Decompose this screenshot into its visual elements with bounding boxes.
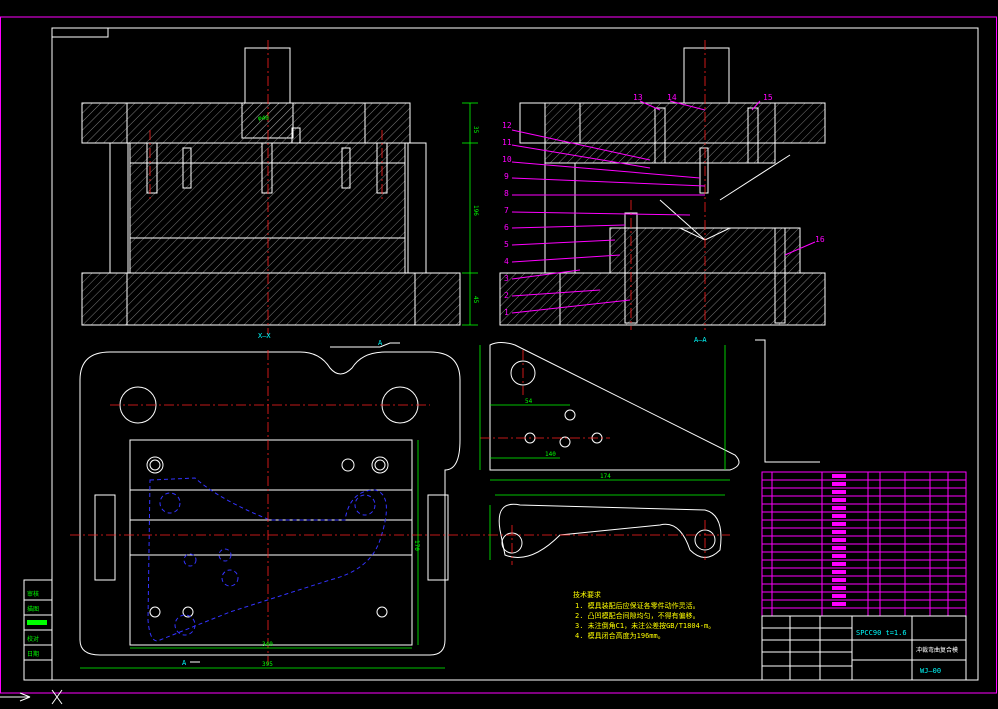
bom-cell-mark <box>832 514 846 518</box>
side-view: 13 14 15 12 11 10 9 8 7 6 5 4 3 2 1 16 A… <box>499 40 826 344</box>
bom-cell-mark <box>832 538 846 542</box>
front-view-label: X—X <box>258 332 271 340</box>
dim-shank: φ40 <box>258 115 269 122</box>
bom-cell-mark <box>832 522 846 526</box>
part-no-4: 4 <box>504 257 509 266</box>
dim-plan-total: 395 <box>262 661 273 668</box>
plan-outline <box>79 351 461 656</box>
dim-plan-width: 340 <box>262 641 273 648</box>
hidden-part-outline <box>147 477 387 642</box>
upper-die-plate <box>81 102 411 144</box>
part-detail-upper: 174 140 54 <box>479 342 740 481</box>
bom-cell-mark <box>832 530 846 534</box>
strip-label-1: 描图 <box>27 605 39 613</box>
part-no-12: 12 <box>502 121 512 130</box>
bom-cell-mark <box>832 482 846 486</box>
side-view-label: A—A <box>694 336 707 344</box>
front-view: 35 196 45 φ40 X—X <box>81 40 479 340</box>
bom-cell-mark <box>832 594 846 598</box>
section-marker-bottom: A <box>182 659 187 667</box>
bom-cell-mark <box>832 474 846 478</box>
cad-drawing: 审核 描图 校对 日期 35 196 45 φ40 X—X 13 14 15 1… <box>0 16 997 705</box>
bom-cell-mark <box>832 498 846 502</box>
dim-part-inner: 140 <box>545 451 556 458</box>
part-no-7: 7 <box>504 206 509 215</box>
strip-label-3: 日期 <box>27 650 39 658</box>
dim-top-height: 35 <box>472 126 479 134</box>
bom-cell-mark <box>832 578 846 582</box>
notes-heading: 技术要求 <box>573 590 601 599</box>
bom-cell-mark <box>832 546 846 550</box>
strip-label-2: 校对 <box>27 635 39 643</box>
notes-line-2: 3. 未注倒角C1，未注公差按GB/T1804-m。 <box>575 621 715 630</box>
part-no-11: 11 <box>502 138 512 147</box>
part-no-8: 8 <box>504 189 509 198</box>
part-no-10: 10 <box>502 155 512 164</box>
notes-line-0: 1. 模具装配后应保证各零件动作灵活。 <box>575 601 700 610</box>
ucs-arrow-icon <box>0 689 63 705</box>
part-no-9: 9 <box>504 172 509 181</box>
part-no-6: 6 <box>504 223 509 232</box>
corner-tag <box>51 27 109 38</box>
dim-part-width: 174 <box>600 473 611 480</box>
plan-view: A A 340 395 170 <box>70 339 468 669</box>
bom-cell-mark <box>832 506 846 510</box>
bom-cell-mark <box>832 586 846 590</box>
part-no-14: 14 <box>667 93 677 102</box>
title-drawing-name: 冲裁弯曲复合模 <box>916 646 958 654</box>
dim-part-short: 54 <box>525 398 533 405</box>
part-detail-lower <box>470 494 730 565</box>
bom-cell-mark <box>832 602 846 606</box>
dim-plan-height: 170 <box>413 540 420 551</box>
bom-cell-mark <box>832 490 846 494</box>
bom-cell-mark <box>832 570 846 574</box>
title-block: SPCC90 t=1.6 冲裁弯曲复合模 WJ—00 <box>761 615 967 681</box>
lower-die-plate <box>81 272 461 326</box>
dim-bottom-height: 45 <box>472 296 479 304</box>
part-no-3: 3 <box>504 274 509 283</box>
dim-overall-height: 196 <box>472 205 479 216</box>
part-no-2: 2 <box>504 291 509 300</box>
part-no-15: 15 <box>763 93 773 102</box>
technical-notes: 技术要求 1. 模具装配后应保证各零件动作灵活。 2. 凸凹模配合间隙均匀，不得… <box>573 590 715 640</box>
bent-strip <box>755 339 820 463</box>
left-strip: 审核 描图 校对 日期 <box>23 579 53 681</box>
strip-label-0: 审核 <box>27 590 39 598</box>
title-drawing-no: WJ—00 <box>920 667 941 675</box>
title-material: SPCC90 t=1.6 <box>856 629 907 637</box>
part-no-1: 1 <box>504 308 509 317</box>
part-no-13: 13 <box>633 93 643 102</box>
part-no-16: 16 <box>815 235 825 244</box>
notes-line-3: 4. 模具闭合高度为196mm。 <box>575 631 665 640</box>
bom-cell-mark <box>832 562 846 566</box>
notes-line-1: 2. 凸凹模配合间隙均匀，不得有偏移。 <box>575 611 700 620</box>
bill-of-materials <box>761 471 967 617</box>
bom-cell-mark <box>832 554 846 558</box>
part-no-5: 5 <box>504 240 509 249</box>
shank <box>244 47 291 104</box>
